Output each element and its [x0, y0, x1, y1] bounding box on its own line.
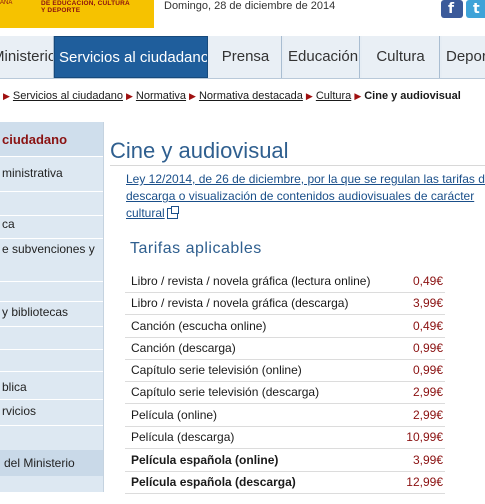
tarifa-name: Canción (descarga) — [131, 341, 236, 355]
law-document-link[interactable]: Ley 12/2014, de 26 de diciembre, por la … — [126, 171, 485, 222]
logo-line-2: Y DEPORTE — [41, 7, 81, 14]
tarifa-price: 3,99€ — [412, 296, 443, 310]
tarifa-name: Capítulo serie televisión (descarga) — [131, 385, 320, 399]
table-row: Canción (descarga) 0,99€ — [125, 337, 445, 360]
table-row: Película española (online) 3,99€ — [125, 449, 445, 472]
section-title: Tarifas aplicables — [130, 240, 262, 257]
tarifa-price: 0,49€ — [412, 274, 443, 288]
nav-item-deportes[interactable]: Deportes — [442, 36, 485, 78]
sidebar-footer[interactable]: del Ministerio — [0, 450, 103, 476]
external-link-icon — [166, 206, 179, 220]
sidebar-title: ciudadano — [0, 122, 103, 157]
breadcrumb-separator-icon: ▶ — [3, 91, 10, 101]
sidebar-item[interactable]: y bibliotecas — [0, 305, 103, 327]
tarifa-name: Capítulo serie televisión (online) — [131, 363, 302, 377]
sidebar-item[interactable]: ca — [0, 217, 103, 239]
tarifa-price: 0,49€ — [412, 319, 443, 333]
sidebar-item[interactable]: ministrativa — [0, 166, 103, 192]
tarifa-price: 3,99€ — [412, 453, 443, 467]
table-row: Libro / revista / novela gráfica (descar… — [125, 292, 445, 315]
tarifa-name: Libro / revista / novela gráfica (lectur… — [131, 274, 371, 288]
sidebar-item[interactable]: blica — [0, 380, 103, 400]
sidebar-item[interactable] — [0, 193, 103, 216]
nav-item-servicios[interactable]: Servicios al ciudadano — [54, 36, 208, 78]
tarifa-price: 2,99€ — [412, 408, 443, 422]
law-link-text[interactable]: Ley 12/2014, de 26 de diciembre, por la … — [126, 172, 485, 220]
logo-mark: ANA — [0, 0, 13, 6]
page-title: Cine y audiovisual — [110, 138, 289, 163]
breadcrumb-link[interactable]: Servicios al ciudadano — [13, 90, 123, 102]
table-row: Libro / revista / novela gráfica (lectur… — [125, 270, 445, 293]
breadcrumb-link[interactable]: Cultura — [316, 90, 351, 102]
sidebar-item[interactable]: e subvenciones y — [0, 242, 103, 282]
table-row: Película (online) 2,99€ — [125, 404, 445, 427]
site-header: ANA DE EDUCACIÓN, CULTURA Y DEPORTE Domi… — [0, 0, 485, 33]
facebook-glyph: f — [448, 1, 455, 17]
breadcrumb-separator-icon: ▶ — [305, 91, 313, 101]
sidebar-item[interactable]: rvicios — [0, 404, 103, 426]
title-divider — [110, 165, 485, 166]
tarifa-price: 2,99€ — [412, 385, 443, 399]
nav-item-cultura[interactable]: Cultura — [362, 36, 440, 78]
sidebar-item[interactable] — [0, 330, 103, 350]
sidebar-item[interactable] — [0, 284, 103, 302]
tarifa-name: Película (online) — [131, 408, 218, 422]
table-row: Película española (descarga) 12,99€ — [125, 471, 445, 494]
breadcrumb-current: Cine y audiovisual — [364, 90, 461, 102]
logo-text: DE EDUCACIÓN, CULTURA Y DEPORTE — [41, 0, 130, 14]
tarifa-name: Canción (escucha online) — [131, 319, 267, 333]
tarifa-name: Película española (online) — [131, 453, 279, 467]
tarifa-price: 10,99€ — [406, 430, 443, 444]
tarifa-name: Película española (descarga) — [131, 475, 296, 489]
sidebar: ciudadano ministrativa ca e subvenciones… — [0, 122, 104, 492]
breadcrumb-separator-icon: ▶ — [189, 91, 196, 101]
tarifa-name: Libro / revista / novela gráfica (descar… — [131, 296, 349, 310]
table-row: Película (descarga) 10,99€ — [125, 426, 445, 449]
tarifa-name: Película (descarga) — [131, 430, 235, 444]
breadcrumb-link[interactable]: Normativa — [136, 90, 186, 102]
table-row: Capítulo serie televisión (online) 0,99€ — [125, 359, 445, 382]
twitter-icon[interactable]: t — [466, 0, 485, 18]
nav-item-educacion[interactable]: Educación — [284, 36, 360, 78]
table-row: Canción (escucha online) 0,49€ — [125, 315, 445, 338]
breadcrumb: ▶ Servicios al ciudadano ▶ Normativa ▶ Normat… — [0, 90, 485, 106]
breadcrumb-separator-icon: ▶ — [354, 91, 362, 101]
ministry-logo[interactable]: ANA DE EDUCACIÓN, CULTURA Y DEPORTE — [0, 0, 154, 28]
nav-item-prensa[interactable]: Prensa — [210, 36, 282, 78]
breadcrumb-link[interactable]: Normativa destacada — [199, 90, 303, 102]
sidebar-item[interactable] — [0, 352, 103, 372]
twitter-glyph: t — [473, 1, 480, 17]
main-nav: Ministerio Servicios al ciudadano Prensa… — [0, 36, 485, 79]
facebook-icon[interactable]: f — [441, 0, 463, 18]
tarifa-price: 0,99€ — [412, 341, 443, 355]
logo-line-1: DE EDUCACIÓN, CULTURA — [41, 0, 130, 7]
nav-item-ministerio[interactable]: Ministerio — [0, 36, 54, 78]
table-row: Capítulo serie televisión (descarga) 2,99… — [125, 381, 445, 404]
current-date: Domingo, 28 de diciembre de 2014 — [164, 0, 336, 12]
breadcrumb-separator-icon: ▶ — [126, 91, 133, 101]
tarifa-price: 12,99€ — [406, 475, 443, 489]
tarifa-price: 0,99€ — [412, 363, 443, 377]
